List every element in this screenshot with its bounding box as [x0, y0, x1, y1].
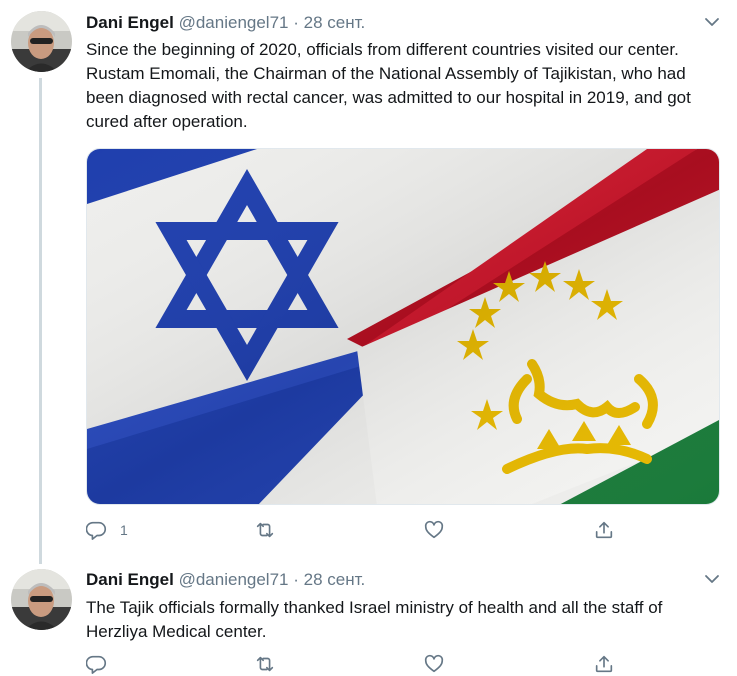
like-icon — [424, 654, 444, 673]
reply-count: 1 — [120, 522, 128, 538]
tweet-text: Since the beginning of 2020, officials f… — [86, 40, 691, 131]
retweet-icon — [256, 656, 274, 672]
share-icon — [595, 655, 613, 673]
tweet-date[interactable]: 28 сент. — [304, 13, 366, 32]
retweet-icon — [256, 522, 274, 538]
tweet[interactable]: Dani Engel @daniengel71 · 28 сент. Since… — [0, 0, 737, 564]
share-button[interactable] — [593, 518, 615, 542]
tweet-image[interactable] — [86, 148, 720, 505]
reply-icon — [86, 655, 107, 674]
author-handle[interactable]: @daniengel71 — [179, 570, 289, 589]
avatar[interactable] — [11, 11, 72, 72]
tweet-header: Dani Engel @daniengel71 · 28 сент. — [86, 569, 365, 591]
retweet-button[interactable] — [254, 518, 276, 542]
author-handle[interactable]: @daniengel71 — [179, 13, 289, 32]
share-icon — [595, 521, 613, 539]
retweet-button[interactable] — [254, 652, 276, 676]
reply-icon — [86, 521, 107, 540]
author-name[interactable]: Dani Engel — [86, 13, 174, 32]
tweet-actions: 1 — [86, 518, 646, 542]
separator-dot: · — [293, 570, 299, 589]
tweet-text: The Tajik officials formally thanked Isr… — [86, 598, 663, 641]
share-button[interactable] — [593, 652, 615, 676]
chevron-down-icon[interactable] — [704, 14, 720, 30]
tweet-date[interactable]: 28 сент. — [304, 570, 366, 589]
author-name[interactable]: Dani Engel — [86, 570, 174, 589]
tweet-actions — [86, 652, 646, 676]
like-button[interactable] — [423, 518, 445, 542]
thread-line — [39, 78, 42, 564]
reply-button[interactable]: 1 — [86, 518, 128, 542]
like-icon — [424, 520, 444, 539]
chevron-down-icon[interactable] — [704, 571, 720, 587]
tweet-header: Dani Engel @daniengel71 · 28 сент. — [86, 12, 365, 34]
avatar[interactable] — [11, 569, 72, 630]
like-button[interactable] — [423, 652, 445, 676]
separator-dot: · — [293, 13, 299, 32]
tweet[interactable]: Dani Engel @daniengel71 · 28 сент. The T… — [0, 560, 737, 674]
reply-button[interactable] — [86, 652, 108, 676]
